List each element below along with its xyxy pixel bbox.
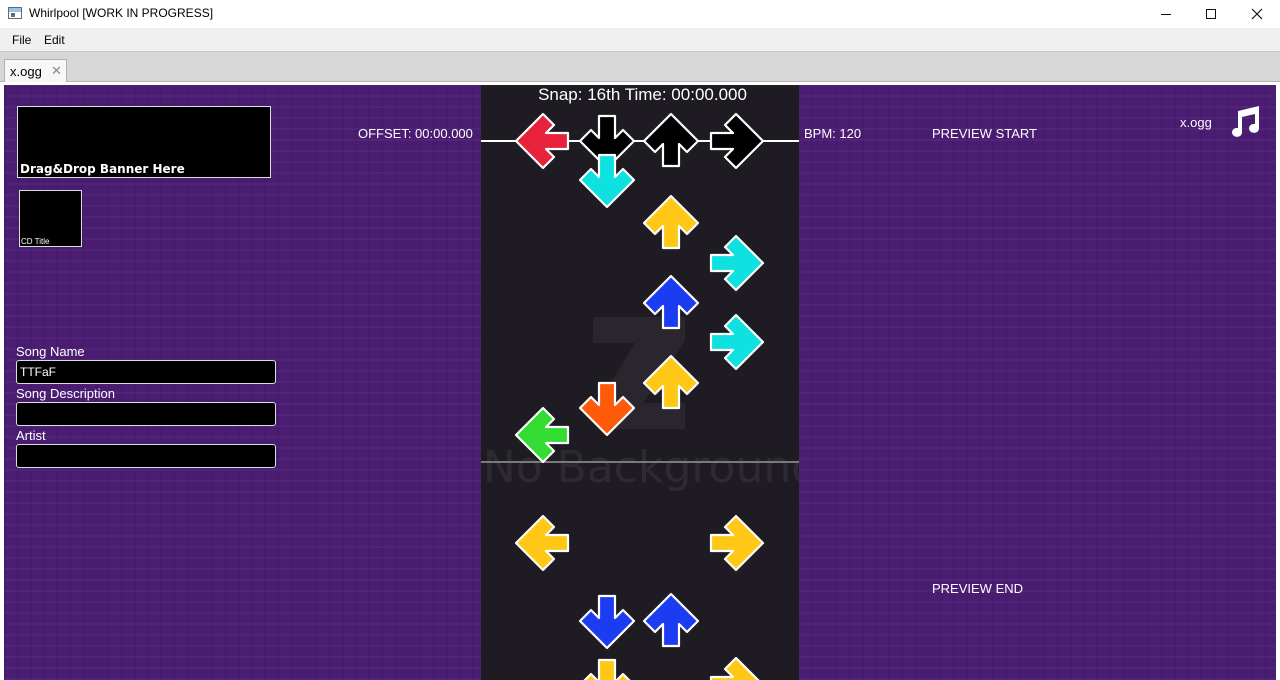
maximize-icon [1206,9,1216,19]
tab-x-ogg[interactable]: x.ogg ✕ [4,59,67,82]
note-down-arrow-icon[interactable] [578,594,636,650]
note-right-arrow-icon[interactable] [709,234,765,292]
song-name-label: Song Name [16,344,85,359]
note-right-arrow-icon[interactable] [709,313,765,371]
note-right-arrow-icon[interactable] [709,514,765,572]
music-note-icon[interactable] [1226,105,1262,137]
note-left-arrow-icon[interactable] [514,514,570,572]
note-up-arrow-icon[interactable] [642,274,700,330]
receptor-up-arrow-icon[interactable] [642,112,700,168]
window-title: Whirlpool [WORK IN PROGRESS] [29,6,214,20]
tab-close-icon[interactable]: ✕ [51,63,62,78]
song-description-input[interactable] [16,402,276,426]
tab-strip: x.ogg ✕ [0,52,1280,82]
banner-drop-zone[interactable]: Drag&Drop Banner Here [17,106,271,178]
tab-label: x.ogg [10,64,42,79]
artist-label: Artist [16,428,46,443]
note-up-arrow-icon[interactable] [642,194,700,250]
receptor-right-arrow-icon[interactable] [709,112,765,170]
cdtitle-drop-zone[interactable]: CD Title [19,190,82,247]
menu-file[interactable]: File [12,33,31,47]
note-down-arrow-icon[interactable] [578,153,636,209]
note-down-arrow-icon[interactable] [580,658,634,680]
note-left-arrow-icon[interactable] [514,406,570,464]
banner-label: Drag&Drop Banner Here [20,162,185,176]
audio-file-name: x.ogg [1180,115,1212,130]
app-icon [8,7,22,19]
maximize-button[interactable] [1188,0,1234,28]
menu-bar: File Edit [0,28,1280,52]
offset-readout: OFFSET: 00:00.000 [358,126,473,141]
note-down-arrow-icon[interactable] [578,381,636,437]
receptor-left-arrow-icon[interactable] [514,112,570,170]
song-description-label: Song Description [16,386,115,401]
close-window-button[interactable] [1234,0,1280,28]
title-bar: Whirlpool [WORK IN PROGRESS] [0,0,1280,28]
note-field[interactable]: No Background Snap: 16th Time: 00:00.000 [481,85,799,680]
preview-end-marker[interactable]: PREVIEW END [932,581,1023,596]
note-right-arrow-icon[interactable] [709,656,765,680]
close-icon [1251,8,1263,20]
note-up-arrow-icon[interactable] [642,592,700,648]
minimize-button[interactable] [1143,0,1189,28]
artist-input[interactable] [16,444,276,468]
menu-edit[interactable]: Edit [44,33,65,47]
cdtitle-label: CD Title [21,237,50,246]
song-name-input[interactable] [16,360,276,384]
note-up-arrow-icon[interactable] [642,354,700,410]
editor-main: Drag&Drop Banner Here CD Title Song Name… [4,85,1276,680]
arrows-layer [514,112,765,680]
preview-start-marker[interactable]: PREVIEW START [932,126,1037,141]
bpm-readout[interactable]: BPM: 120 [804,126,861,141]
minimize-icon [1161,13,1171,15]
